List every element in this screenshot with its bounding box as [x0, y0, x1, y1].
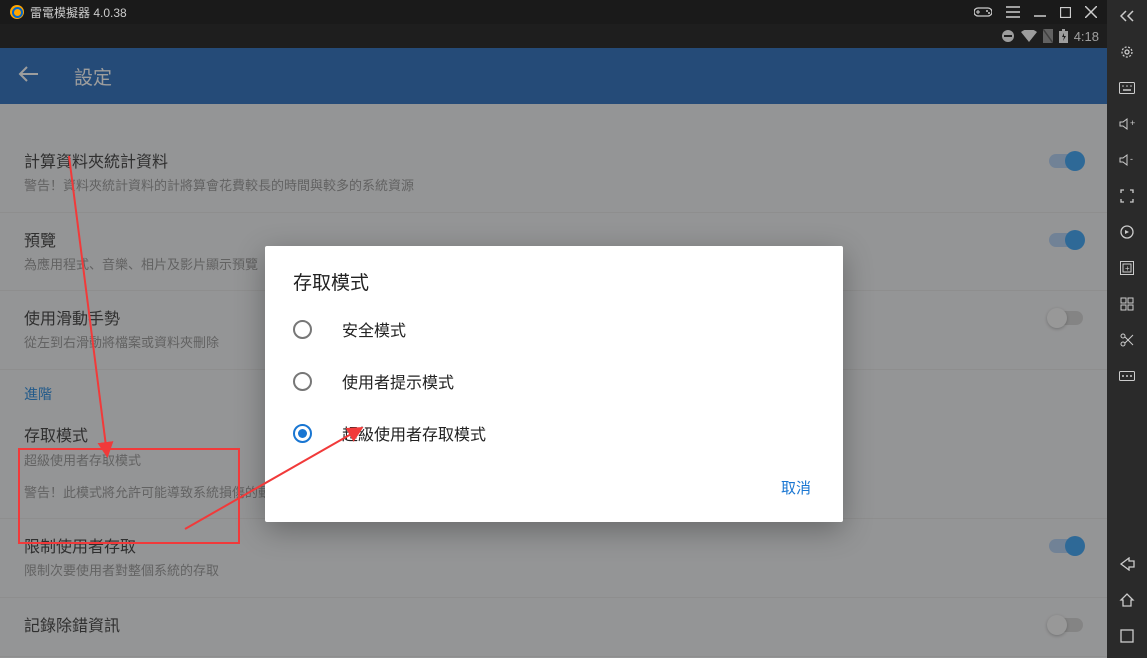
- option-superuser-mode[interactable]: 超級使用者存取模式: [265, 407, 843, 459]
- radio-icon: [293, 372, 312, 391]
- radio-checked-icon: [293, 424, 312, 443]
- app-logo-icon: [10, 5, 24, 19]
- radio-icon: [293, 320, 312, 339]
- fullscreen-icon[interactable]: [1117, 186, 1137, 206]
- settings-gear-icon[interactable]: [1117, 42, 1137, 62]
- emulator-toolbar: + - +: [1107, 0, 1147, 658]
- dialog-title: 存取模式: [265, 268, 843, 303]
- android-back-icon[interactable]: [1117, 554, 1137, 574]
- svg-text:-: -: [1130, 154, 1133, 164]
- collapse-icon[interactable]: [1117, 6, 1137, 26]
- option-user-prompt-mode[interactable]: 使用者提示模式: [265, 355, 843, 407]
- option-label: 使用者提示模式: [342, 369, 454, 393]
- minimize-icon[interactable]: [1034, 6, 1046, 18]
- apps-icon[interactable]: [1117, 294, 1137, 314]
- keyboard-icon[interactable]: [1117, 78, 1137, 98]
- option-label: 超級使用者存取模式: [342, 421, 486, 445]
- android-recents-icon[interactable]: [1117, 626, 1137, 646]
- maximize-icon[interactable]: [1060, 7, 1071, 18]
- window-titlebar: 雷電模擬器 4.0.38: [0, 0, 1107, 24]
- more-icon[interactable]: [1117, 366, 1137, 386]
- option-label: 安全模式: [342, 317, 406, 341]
- option-safe-mode[interactable]: 安全模式: [265, 303, 843, 355]
- android-home-icon[interactable]: [1117, 590, 1137, 610]
- volume-up-icon[interactable]: +: [1117, 114, 1137, 134]
- sync-icon[interactable]: [1117, 222, 1137, 242]
- scissors-icon[interactable]: [1117, 330, 1137, 350]
- gamepad-icon[interactable]: [974, 6, 992, 18]
- access-mode-dialog: 存取模式 安全模式 使用者提示模式 超級使用者存取模式 取消: [265, 246, 843, 522]
- multi-window-icon[interactable]: +: [1117, 258, 1137, 278]
- window-title: 雷電模擬器 4.0.38: [30, 4, 974, 21]
- svg-text:+: +: [1125, 264, 1130, 273]
- cancel-button[interactable]: 取消: [771, 471, 821, 504]
- volume-down-icon[interactable]: -: [1117, 150, 1137, 170]
- svg-text:+: +: [1130, 118, 1135, 128]
- menu-icon[interactable]: [1006, 6, 1020, 18]
- close-icon[interactable]: [1085, 6, 1097, 18]
